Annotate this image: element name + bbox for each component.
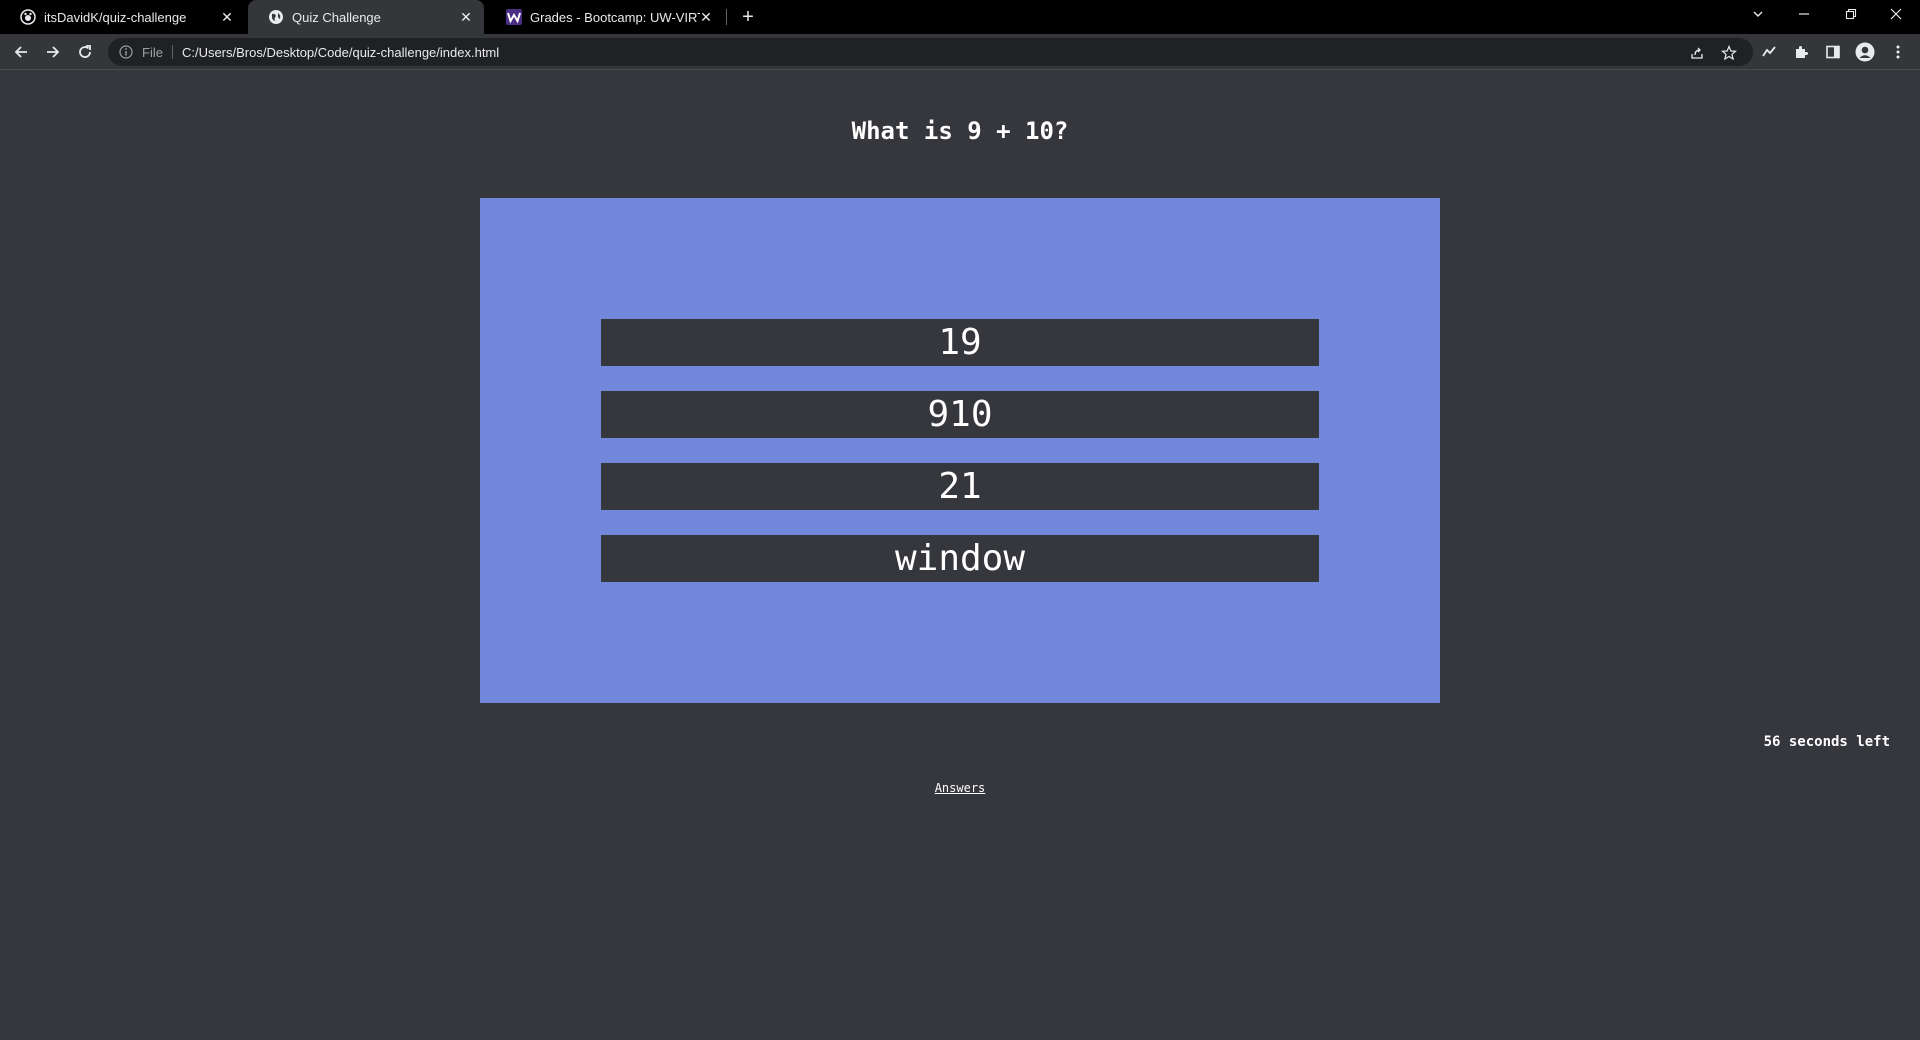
answer-choice-button[interactable]: 19: [601, 319, 1319, 366]
tab-github[interactable]: itsDavidK/quiz-challenge ✕: [0, 0, 245, 34]
tab-label: Quiz Challenge: [292, 9, 381, 25]
puzzle-piece-icon[interactable]: [1789, 40, 1813, 64]
side-panel-icon[interactable]: [1821, 40, 1845, 64]
tab-quiz-challenge[interactable]: Quiz Challenge ✕: [248, 0, 484, 34]
url-scheme-label: File: [142, 44, 163, 60]
share-icon[interactable]: [1688, 44, 1706, 62]
countdown-timer: 56 seconds left: [1763, 734, 1890, 750]
tab-label: Grades - Bootcamp: UW-VIRT-FS: [530, 9, 700, 25]
menu-dots-icon[interactable]: [1886, 40, 1910, 64]
page-content: What is 9 + 10? 19 910 21 window 56 seco…: [0, 71, 1920, 1040]
browser-toolbar: File C:/Users/Bros/Desktop/Code/quiz-cha…: [0, 34, 1920, 70]
restore-button[interactable]: [1835, 0, 1867, 28]
address-bar[interactable]: File C:/Users/Bros/Desktop/Code/quiz-cha…: [108, 38, 1753, 66]
close-icon[interactable]: ✕: [219, 9, 235, 25]
tab-label: itsDavidK/quiz-challenge: [44, 9, 187, 25]
forward-button[interactable]: [41, 40, 65, 64]
tab-divider: [726, 9, 727, 25]
close-icon[interactable]: ✕: [458, 9, 474, 25]
back-button[interactable]: [9, 40, 33, 64]
new-tab-button[interactable]: +: [738, 7, 758, 27]
close-icon[interactable]: ✕: [698, 9, 714, 25]
bookmark-star-icon[interactable]: [1720, 44, 1738, 62]
minimize-button[interactable]: [1788, 0, 1820, 28]
info-icon[interactable]: [118, 44, 134, 60]
profile-avatar-icon[interactable]: [1853, 40, 1877, 64]
url-divider: [171, 45, 173, 59]
answer-box: 19 910 21 window: [480, 198, 1440, 703]
tab-grades[interactable]: Grades - Bootcamp: UW-VIRT-FS ✕: [486, 0, 724, 34]
globe-icon: [268, 9, 284, 25]
tab-search-icon[interactable]: [1742, 0, 1774, 28]
browser-tab-strip: itsDavidK/quiz-challenge ✕ Quiz Challeng…: [0, 0, 1920, 34]
answer-choice-button[interactable]: 910: [601, 391, 1319, 438]
github-icon: [20, 9, 36, 25]
answer-choice-button[interactable]: 21: [601, 463, 1319, 510]
reload-button[interactable]: [73, 40, 97, 64]
answer-choice-button[interactable]: window: [601, 535, 1319, 582]
extension-icon[interactable]: [1757, 40, 1781, 64]
url-text[interactable]: C:/Users/Bros/Desktop/Code/quiz-challeng…: [182, 45, 499, 60]
question-title: What is 9 + 10?: [851, 117, 1069, 145]
w-logo-icon: [506, 9, 522, 25]
answers-link[interactable]: Answers: [0, 781, 1920, 795]
close-window-button[interactable]: [1880, 0, 1912, 28]
